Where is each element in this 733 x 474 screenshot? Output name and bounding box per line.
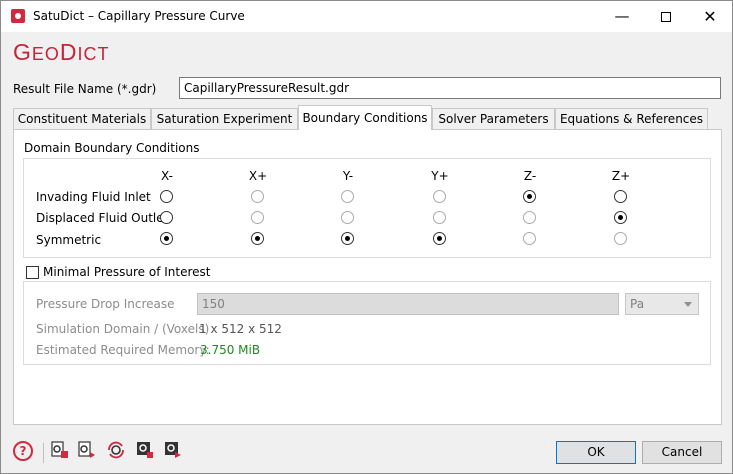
radio-symmetric-z-minus[interactable] — [523, 232, 536, 245]
radio-symmetric-x-minus[interactable] — [160, 232, 173, 245]
import-macro-icon[interactable] — [136, 441, 154, 459]
cancel-button[interactable]: Cancel — [642, 441, 722, 464]
radio-inlet-y-plus[interactable] — [433, 190, 446, 203]
radio-outlet-z-minus[interactable] — [523, 211, 536, 224]
title-bar: SatuDict – Capillary Pressure Curve — ✕ — [1, 1, 732, 32]
geodict-logo: GEODICT — [13, 39, 110, 65]
column-header-z-minus: Z- — [523, 169, 537, 183]
column-header-y-plus: Y+ — [431, 169, 449, 183]
dialog-window: SatuDict – Capillary Pressure Curve — ✕ … — [0, 0, 733, 474]
minimal-pressure-checkbox[interactable] — [26, 266, 39, 279]
pressure-drop-label: Pressure Drop Increase — [36, 297, 175, 311]
tab-saturation-experiment[interactable]: Saturation Experiment — [151, 108, 298, 129]
column-header-x-plus: X+ — [248, 169, 268, 183]
radio-inlet-x-minus[interactable] — [160, 190, 173, 203]
row-label-symmetric: Symmetric — [36, 233, 102, 247]
boundary-group-title: Domain Boundary Conditions — [24, 141, 200, 155]
simulation-domain-value: 1 x 512 x 512 — [199, 322, 282, 336]
radio-symmetric-y-plus[interactable] — [433, 232, 446, 245]
radio-inlet-x-plus[interactable] — [251, 190, 264, 203]
window-title: SatuDict – Capillary Pressure Curve — [33, 9, 245, 23]
result-file-input[interactable]: CapillaryPressureResult.gdr — [179, 77, 721, 99]
result-file-label: Result File Name (*.gdr) — [13, 82, 157, 96]
column-header-x-minus: X- — [161, 169, 173, 183]
minimize-icon[interactable]: — — [600, 1, 644, 32]
radio-outlet-x-plus[interactable] — [251, 211, 264, 224]
chevron-down-icon — [684, 302, 692, 307]
radio-symmetric-x-plus[interactable] — [251, 232, 264, 245]
tab-constituent-materials[interactable]: Constituent Materials — [13, 108, 151, 129]
radio-symmetric-y-minus[interactable] — [341, 232, 354, 245]
app-icon — [11, 9, 25, 23]
pressure-drop-input[interactable]: 150 — [197, 293, 619, 315]
column-header-z-plus: Z+ — [611, 169, 631, 183]
radio-outlet-y-plus[interactable] — [433, 211, 446, 224]
simulation-domain-label: Simulation Domain / (Voxels) — [36, 322, 210, 336]
tab-boundary-conditions[interactable]: Boundary Conditions — [298, 105, 432, 130]
pressure-unit-value: Pa — [630, 297, 645, 311]
radio-outlet-y-minus[interactable] — [341, 211, 354, 224]
radio-inlet-z-plus[interactable] — [614, 190, 627, 203]
export-macro-icon[interactable] — [164, 441, 182, 459]
row-label-invading-fluid-inlet: Invading Fluid Inlet — [36, 190, 151, 204]
memory-label: Estimated Required Memory: — [36, 343, 210, 357]
radio-outlet-x-minus[interactable] — [160, 211, 173, 224]
column-header-y-minus: Y- — [342, 169, 354, 183]
tab-solver-parameters[interactable]: Solver Parameters — [432, 108, 555, 129]
memory-value: 3.750 MiB — [200, 343, 261, 357]
pressure-unit-select[interactable]: Pa — [625, 293, 699, 315]
toolbar-separator — [43, 443, 44, 463]
minimal-pressure-label: Minimal Pressure of Interest — [43, 265, 211, 279]
radio-inlet-z-minus[interactable] — [523, 190, 536, 203]
radio-inlet-y-minus[interactable] — [341, 190, 354, 203]
maximize-icon[interactable] — [644, 1, 688, 32]
help-icon[interactable]: ? — [13, 441, 33, 461]
tab-equations-references[interactable]: Equations & References — [555, 108, 708, 129]
close-icon[interactable]: ✕ — [688, 1, 732, 32]
row-label-displaced-fluid-outlet: Displaced Fluid Outlet — [36, 211, 169, 225]
radio-symmetric-z-plus[interactable] — [614, 232, 627, 245]
radio-outlet-z-plus[interactable] — [614, 211, 627, 224]
reset-settings-icon[interactable] — [107, 441, 125, 459]
ok-button[interactable]: OK — [556, 441, 636, 464]
load-settings-icon[interactable] — [51, 441, 69, 459]
save-settings-icon[interactable] — [78, 441, 96, 459]
